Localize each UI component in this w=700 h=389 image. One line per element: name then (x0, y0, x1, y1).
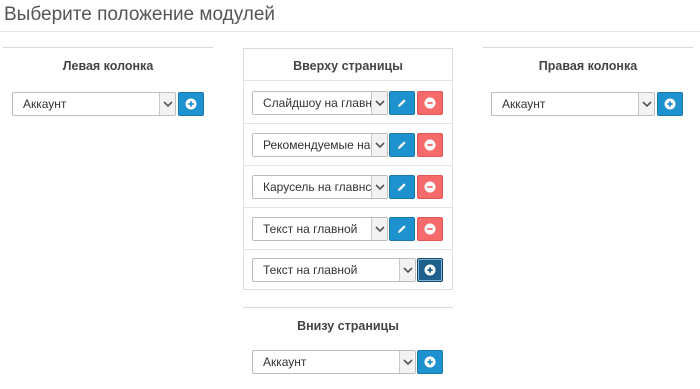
pencil-icon (398, 225, 406, 233)
right-column-heading: Правая колонка (538, 59, 638, 73)
plus-circle-icon (424, 264, 436, 276)
chevron-down-icon (371, 176, 387, 198)
top-module-select-4[interactable]: Текст на главной (252, 217, 388, 241)
right-column-module-select[interactable]: Аккаунт (491, 92, 655, 116)
plus-circle-icon (424, 356, 436, 368)
top-module-edit-button-3[interactable] (389, 175, 415, 199)
left-column-heading: Левая колонка (62, 59, 154, 73)
panel-divider (243, 165, 453, 166)
top-module-add-select[interactable]: Текст на главной (252, 258, 416, 282)
select-value: Аккаунт (502, 97, 546, 111)
chevron-down-icon (638, 93, 654, 115)
select-value: Аккаунт (23, 97, 67, 111)
plus-circle-icon (185, 98, 197, 110)
left-column-divider (3, 47, 213, 48)
panel-divider (243, 80, 453, 81)
top-module-add-button[interactable] (417, 258, 443, 282)
panel-divider (243, 249, 453, 250)
plus-circle-icon (664, 98, 676, 110)
chevron-down-icon (371, 134, 387, 156)
select-value: Текст на главной (263, 222, 358, 236)
chevron-down-icon (399, 259, 415, 281)
top-module-remove-button-3[interactable] (417, 175, 443, 199)
minus-circle-icon (424, 97, 436, 109)
pencil-icon (398, 141, 406, 149)
chevron-down-icon (159, 93, 175, 115)
left-column-module-select[interactable]: Аккаунт (12, 92, 176, 116)
top-module-remove-button-1[interactable] (417, 91, 443, 115)
top-module-select-2[interactable]: Рекомендуемые на (252, 133, 388, 157)
top-of-page-heading: Вверху страницы (293, 59, 403, 73)
select-value: Карусель на главнс (263, 180, 371, 194)
left-column-add-button[interactable] (178, 92, 204, 116)
top-module-edit-button-2[interactable] (389, 133, 415, 157)
top-of-page-panel (243, 48, 453, 290)
top-module-select-1[interactable]: Слайдшоу на главн (252, 91, 388, 115)
pencil-icon (398, 99, 406, 107)
title-divider (0, 31, 700, 32)
bottom-of-page-divider (243, 307, 453, 308)
pencil-icon (398, 183, 406, 191)
top-module-select-3[interactable]: Карусель на главнс (252, 175, 388, 199)
minus-circle-icon (424, 181, 436, 193)
right-column-divider (483, 47, 693, 48)
minus-circle-icon (424, 223, 436, 235)
top-module-edit-button-4[interactable] (389, 217, 415, 241)
page-title: Выберите положение модулей (4, 4, 276, 25)
top-module-remove-button-4[interactable] (417, 217, 443, 241)
chevron-down-icon (371, 218, 387, 240)
select-value: Рекомендуемые на (263, 138, 371, 152)
panel-divider (243, 123, 453, 124)
top-module-remove-button-2[interactable] (417, 133, 443, 157)
bottom-of-page-heading: Внизу страницы (297, 319, 399, 333)
select-value: Текст на главной (263, 263, 358, 277)
minus-circle-icon (424, 139, 436, 151)
bottom-of-page-add-button[interactable] (417, 350, 443, 374)
panel-divider (243, 207, 453, 208)
right-column-add-button[interactable] (657, 92, 683, 116)
chevron-down-icon (371, 92, 387, 114)
bottom-of-page-module-select[interactable]: Аккаунт (252, 350, 416, 374)
chevron-down-icon (399, 351, 415, 373)
top-module-edit-button-1[interactable] (389, 91, 415, 115)
select-value: Слайдшоу на главн (263, 96, 371, 110)
select-value: Аккаунт (263, 355, 307, 369)
